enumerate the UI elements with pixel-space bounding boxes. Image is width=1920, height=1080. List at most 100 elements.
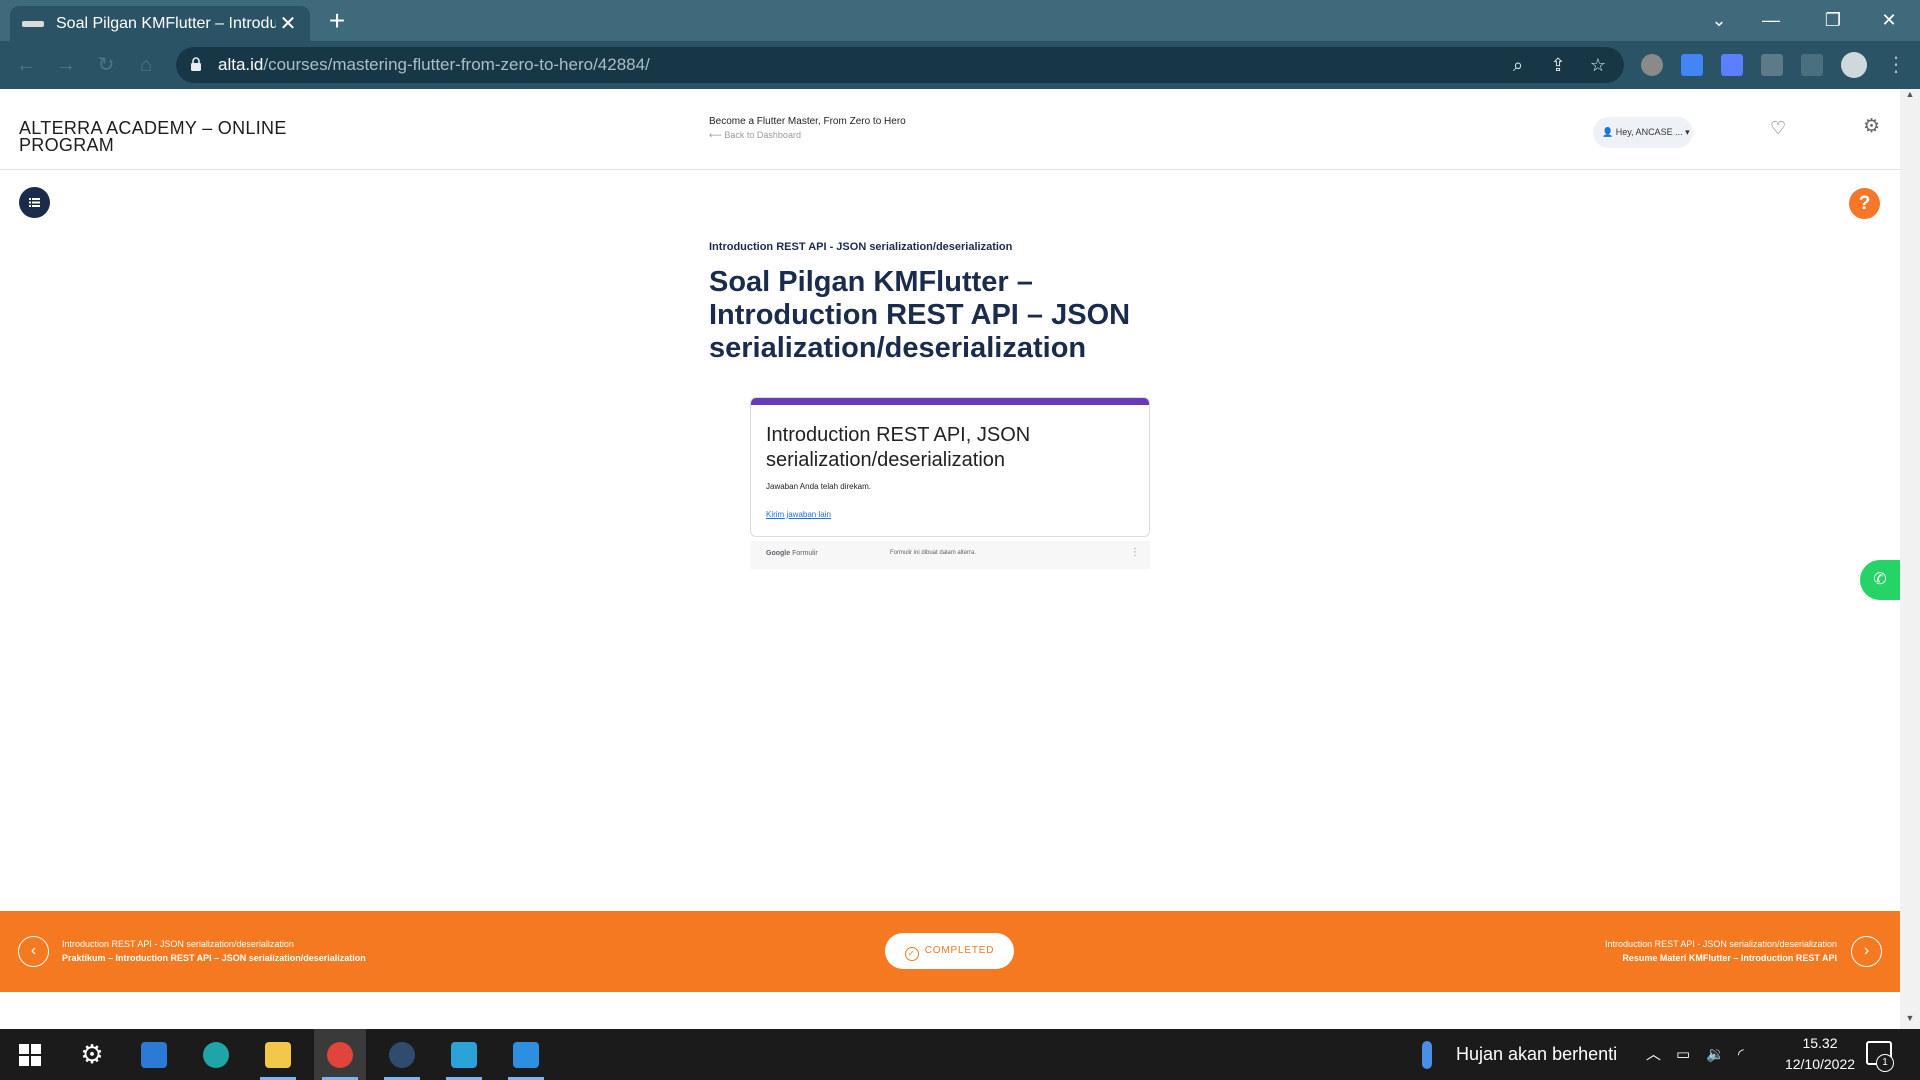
back-to-dashboard-link[interactable]: ⟵ Back to Dashboard bbox=[709, 130, 801, 141]
whatsapp-icon: ✆ bbox=[1873, 571, 1887, 588]
user-icon: 👤 bbox=[1602, 127, 1616, 137]
check-circle-icon: ✓ bbox=[904, 947, 919, 961]
settings-taskbar-icon[interactable]: ⚙ bbox=[66, 1029, 118, 1080]
side-panel-icon[interactable] bbox=[1801, 54, 1823, 76]
edge-icon bbox=[203, 1041, 229, 1068]
wifi-icon[interactable]: ◜ bbox=[1738, 1029, 1744, 1080]
more-options-icon[interactable]: ⋮ bbox=[1130, 547, 1140, 558]
volume-icon[interactable]: 🔉 bbox=[1706, 1029, 1725, 1080]
browser-menu-icon[interactable]: ⋮ bbox=[1880, 49, 1912, 81]
page-title: Soal Pilgan KMFlutter – Introduction RES… bbox=[709, 266, 1131, 364]
clock-time[interactable]: 15.32 bbox=[1790, 1035, 1850, 1051]
chevron-left-icon: ‹ bbox=[30, 942, 37, 959]
back-link-label: Back to Dashboard bbox=[724, 130, 801, 140]
folder-icon bbox=[265, 1041, 291, 1068]
site-header: ALTERRA ACADEMY – ONLINE PROGRAM Become … bbox=[0, 89, 1900, 170]
settings-gear-icon[interactable]: ⚙ bbox=[1863, 117, 1883, 137]
next-lesson-title[interactable]: Resume Materi KMFlutter – Introduction R… bbox=[1622, 953, 1837, 963]
back-arrow-icon[interactable]: ← bbox=[10, 49, 42, 81]
ccleaner-taskbar-icon[interactable] bbox=[438, 1029, 490, 1080]
next-lesson-button[interactable]: › bbox=[1851, 936, 1882, 967]
clock-date[interactable]: 12/10/2022 bbox=[1765, 1056, 1875, 1072]
chevron-right-icon: › bbox=[1863, 942, 1870, 959]
show-hidden-icons-chevron-icon[interactable]: ︿ bbox=[1646, 1029, 1661, 1080]
tab-search-chevron-icon[interactable]: ⌄ bbox=[1696, 0, 1742, 41]
chrome-taskbar-icon[interactable] bbox=[314, 1029, 366, 1080]
home-icon[interactable]: ⌂ bbox=[130, 49, 162, 81]
new-tab-button[interactable]: + bbox=[322, 6, 352, 36]
restore-button[interactable]: ❐ bbox=[1810, 0, 1856, 41]
file-explorer-taskbar-icon[interactable] bbox=[252, 1029, 304, 1080]
google-form-card: Introduction REST API, JSON serializatio… bbox=[750, 397, 1150, 537]
edge-taskbar-icon[interactable] bbox=[190, 1029, 242, 1080]
browser-toolbar: ← → ↻ ⌂ alta.id/courses/mastering-flutte… bbox=[0, 41, 1920, 89]
forms-wordmark: Formulir bbox=[792, 550, 818, 557]
bookmark-star-icon[interactable]: ☆ bbox=[1586, 53, 1610, 77]
extension-music-icon[interactable] bbox=[1641, 54, 1663, 76]
form-heading: Introduction REST API, JSON serializatio… bbox=[766, 424, 1031, 471]
zoom-icon[interactable]: ⌕ bbox=[1506, 53, 1530, 77]
user-greeting: Hey, ANCASE ... bbox=[1615, 127, 1683, 137]
url-text[interactable]: alta.id/courses/mastering-flutter-from-z… bbox=[218, 47, 650, 83]
share-icon[interactable]: ⇪ bbox=[1546, 53, 1570, 77]
completed-label: COMPLETED bbox=[924, 945, 995, 956]
ccleaner-icon bbox=[451, 1041, 477, 1068]
form-accent-bar bbox=[751, 398, 1149, 405]
start-button[interactable] bbox=[4, 1029, 56, 1080]
next-lesson-topic[interactable]: Introduction REST API - JSON serializati… bbox=[1605, 939, 1837, 949]
vscode-icon bbox=[513, 1041, 539, 1068]
reload-icon[interactable]: ↻ bbox=[90, 49, 122, 81]
site-brand[interactable]: ALTERRA ACADEMY – ONLINE PROGRAM bbox=[19, 119, 319, 154]
steam-icon bbox=[389, 1041, 415, 1068]
form-owner-note: Formulir ini dibuat dalam alterra. bbox=[890, 550, 977, 556]
user-menu[interactable]: 👤 Hey, ANCASE ... ▾ bbox=[1593, 117, 1693, 148]
weather-status[interactable]: Hujan akan berhenti bbox=[1456, 1029, 1617, 1080]
browser-tab-strip: Soal Pilgan KMFlutter – Introduct ✕ + ⌄ … bbox=[0, 0, 1920, 41]
mail-taskbar-icon[interactable] bbox=[128, 1029, 180, 1080]
close-window-button[interactable]: ✕ bbox=[1866, 0, 1912, 41]
lesson-navigation-bar: ‹ Introduction REST API - JSON serializa… bbox=[0, 911, 1900, 992]
list-icon bbox=[29, 198, 40, 207]
scroll-up-icon[interactable]: ▲ bbox=[1900, 89, 1920, 105]
scroll-down-icon[interactable]: ▼ bbox=[1900, 1013, 1920, 1029]
minimize-button[interactable]: — bbox=[1748, 0, 1794, 41]
close-tab-icon[interactable]: ✕ bbox=[278, 11, 298, 36]
whatsapp-chat-button[interactable]: ✆ bbox=[1860, 560, 1900, 600]
curriculum-menu-button[interactable] bbox=[19, 187, 50, 218]
browser-tab[interactable]: Soal Pilgan KMFlutter – Introduct ✕ bbox=[10, 6, 310, 41]
steam-taskbar-icon[interactable] bbox=[376, 1029, 428, 1080]
lesson-topic: Introduction REST API - JSON serializati… bbox=[709, 241, 1013, 253]
translate-extension-icon[interactable] bbox=[1681, 54, 1703, 76]
course-title: Become a Flutter Master, From Zero to He… bbox=[709, 116, 906, 127]
tab-title: Soal Pilgan KMFlutter – Introduct bbox=[56, 14, 276, 32]
extensions-puzzle-icon[interactable] bbox=[1761, 54, 1783, 76]
submit-another-response-link[interactable]: Kirim jawaban lain bbox=[766, 510, 831, 519]
extension-badge-icon[interactable] bbox=[1721, 54, 1743, 76]
windows-logo-icon bbox=[19, 1043, 41, 1066]
url-path: /courses/mastering-flutter-from-zero-to-… bbox=[263, 55, 650, 74]
completed-button[interactable]: ✓ COMPLETED bbox=[885, 933, 1014, 969]
page-scrollbar[interactable]: ▲ ▼ bbox=[1900, 89, 1920, 1029]
wishlist-heart-icon[interactable]: ♡ bbox=[1770, 119, 1788, 137]
address-bar[interactable]: alta.id/courses/mastering-flutter-from-z… bbox=[176, 47, 1624, 83]
weather-umbrella-icon[interactable] bbox=[1422, 1041, 1432, 1069]
site-favicon-icon bbox=[22, 20, 44, 27]
chrome-icon bbox=[327, 1041, 353, 1068]
form-confirmation-message: Jawaban Anda telah direkam. bbox=[766, 482, 871, 491]
previous-lesson-button[interactable]: ‹ bbox=[18, 936, 49, 967]
battery-icon[interactable]: ▭ bbox=[1676, 1029, 1690, 1080]
profile-avatar[interactable] bbox=[1841, 52, 1867, 78]
help-button[interactable]: ? bbox=[1849, 188, 1880, 219]
vscode-taskbar-icon[interactable] bbox=[500, 1029, 552, 1080]
url-host: alta.id bbox=[218, 55, 264, 74]
chevron-down-icon: ▾ bbox=[1682, 127, 1690, 137]
previous-lesson-title[interactable]: Praktikum – Introduction REST API – JSON… bbox=[62, 953, 366, 963]
forward-arrow-icon[interactable]: → bbox=[50, 49, 82, 81]
google-forms-logo[interactable]: Google Formulir bbox=[766, 550, 818, 557]
notification-count-badge: 1 bbox=[1876, 1054, 1894, 1072]
web-page: ALTERRA ACADEMY – ONLINE PROGRAM Become … bbox=[0, 89, 1900, 1029]
form-footer: Google Formulir Formulir ini dibuat dala… bbox=[750, 541, 1150, 569]
previous-lesson-topic[interactable]: Introduction REST API - JSON serializati… bbox=[62, 939, 294, 949]
lock-icon bbox=[191, 57, 201, 71]
back-arrow-icon: ⟵ bbox=[709, 130, 725, 140]
